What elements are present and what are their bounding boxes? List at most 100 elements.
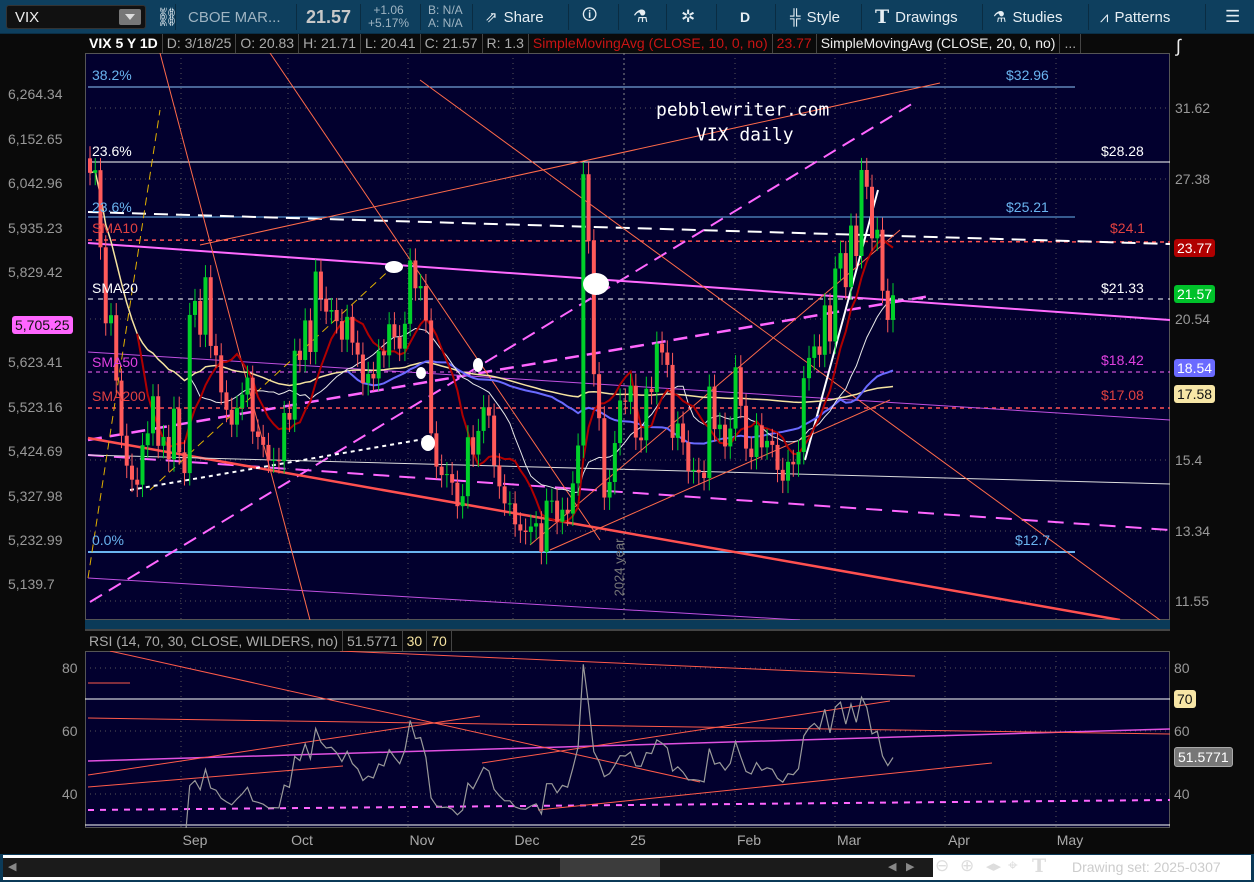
candle-body — [255, 431, 260, 437]
scroll-left-icon[interactable]: ◀ — [8, 860, 16, 873]
candle-body — [681, 423, 686, 443]
curve-toggle-icon[interactable]: ∫ — [1176, 36, 1181, 57]
candle-body — [187, 314, 192, 474]
candle-body — [455, 482, 460, 507]
flask-icon[interactable]: ⚗ — [633, 0, 648, 34]
candle-body — [864, 169, 869, 187]
scroll-right-icon[interactable]: ▶ — [906, 860, 914, 873]
fib-label: 38.2% — [92, 67, 132, 83]
candle-body — [135, 479, 140, 485]
candle-body — [786, 461, 791, 481]
candle-body — [854, 225, 859, 257]
candle-body — [376, 351, 381, 379]
candle-body — [738, 367, 743, 406]
style-button[interactable]: ╬ Style — [790, 0, 840, 34]
candle-body — [219, 355, 224, 393]
candle-body — [282, 412, 287, 462]
text-tool-icon: T — [875, 6, 890, 28]
symbol-selector[interactable]: VIX — [6, 5, 146, 29]
candle-body — [607, 482, 612, 498]
candle-body — [439, 466, 444, 476]
symbol-value: VIX — [15, 9, 40, 26]
trend-pink — [87, 242, 1170, 321]
more-studies[interactable]: ... — [1060, 34, 1082, 54]
candle-body — [712, 386, 717, 430]
fib-label: 0.0% — [92, 532, 124, 548]
candle-body — [234, 407, 239, 425]
horizontal-scrollbar[interactable] — [3, 858, 933, 877]
candle-body — [717, 424, 722, 430]
candle-body — [360, 354, 365, 384]
zoom-out-icon[interactable]: ⊖ — [935, 856, 949, 876]
sma-label: SMA20 — [92, 280, 138, 296]
candle-body — [129, 465, 134, 480]
candle-body — [807, 357, 812, 379]
candle-body — [849, 225, 854, 288]
spx-price-badge: 5,705.25 — [12, 316, 73, 334]
candle-body — [444, 474, 449, 476]
zoom-in-icon[interactable]: ⊕ — [960, 856, 974, 876]
share-button[interactable]: ⇗ Share — [485, 0, 544, 34]
candle-body — [733, 367, 738, 429]
rsi-value: 51.5771 — [343, 631, 403, 651]
period-button[interactable]: D — [740, 0, 750, 34]
sma20-study-label[interactable]: SimpleMovingAvg (CLOSE, 20, 0, no) — [817, 34, 1061, 54]
candle-body — [313, 271, 318, 352]
rsi-overbought: 70 — [427, 631, 452, 651]
candle-body — [696, 469, 701, 473]
candle-body — [481, 407, 486, 431]
candle-body — [303, 320, 308, 360]
scroll-left-icon[interactable]: ◀ — [888, 860, 896, 873]
candle-body — [780, 469, 785, 481]
text-tool-icon[interactable]: T — [1032, 855, 1046, 877]
candle-body — [497, 465, 502, 487]
rsi-axis-label: 60 — [1174, 723, 1190, 739]
candle-body — [875, 229, 880, 239]
candle-body — [192, 300, 197, 315]
patterns-button[interactable]: ⩘ Patterns — [1100, 0, 1170, 34]
rsi-value-badge: 51.5771 — [1174, 747, 1233, 767]
crosshair-icon[interactable]: ⌖ — [1008, 856, 1018, 876]
menu-icon[interactable]: ☰ — [1225, 0, 1240, 34]
month-label: 25 — [630, 832, 646, 848]
rsi-axis-label: 40 — [1174, 786, 1190, 802]
candle-body — [770, 440, 775, 445]
info-icon[interactable]: 🛈 — [582, 0, 597, 34]
month-label: Nov — [409, 832, 435, 848]
rsi-line — [185, 664, 894, 828]
candle-body — [408, 260, 413, 324]
rsi-label[interactable]: RSI (14, 70, 30, CLOSE, WILDERS, no) — [85, 631, 343, 651]
candle-body — [418, 286, 423, 289]
pan-icon[interactable]: ◂▸ — [986, 857, 1001, 875]
chevron-down-icon[interactable] — [119, 9, 141, 25]
candle-body — [513, 503, 518, 525]
candlestick-icon: ╬ — [790, 8, 801, 26]
price-badge: 21.57 — [1174, 285, 1216, 303]
candle-body — [628, 385, 633, 402]
drawings-button[interactable]: T Drawings — [875, 0, 958, 34]
sma10-badge: 23.77 — [1174, 239, 1216, 257]
marker — [473, 358, 483, 372]
rsi-chart — [85, 651, 1170, 828]
drawing-set-label[interactable]: Drawing set: 2025-0307 — [1072, 859, 1221, 875]
candle-body — [208, 277, 213, 346]
candle-body — [450, 474, 455, 483]
studies-label: Studies — [1012, 8, 1063, 26]
rsi-purple-line — [87, 728, 1170, 762]
sma10-study-label[interactable]: SimpleMovingAvg (CLOSE, 10, 0, no) — [529, 34, 773, 54]
candle-body — [523, 530, 528, 533]
candle-body — [838, 253, 843, 269]
rsi-header: RSI (14, 70, 30, CLOSE, WILDERS, no) 51.… — [85, 629, 1170, 651]
watermark-site: pebblewriter.com — [656, 99, 830, 121]
candle-body — [775, 444, 780, 470]
sma-label: SMA200 — [92, 388, 146, 404]
right-axis-label: 11.55 — [1175, 593, 1209, 609]
candle-body — [145, 433, 150, 446]
watermark-subtitle: VIX daily — [696, 124, 794, 146]
scrollbar-thumb[interactable] — [560, 858, 660, 877]
gear-icon[interactable]: ✲ — [681, 0, 695, 34]
candle-body — [686, 442, 691, 472]
candle-body — [177, 408, 182, 453]
drawings-label: Drawings — [895, 8, 958, 26]
studies-button[interactable]: ⚗ Studies — [993, 0, 1063, 34]
